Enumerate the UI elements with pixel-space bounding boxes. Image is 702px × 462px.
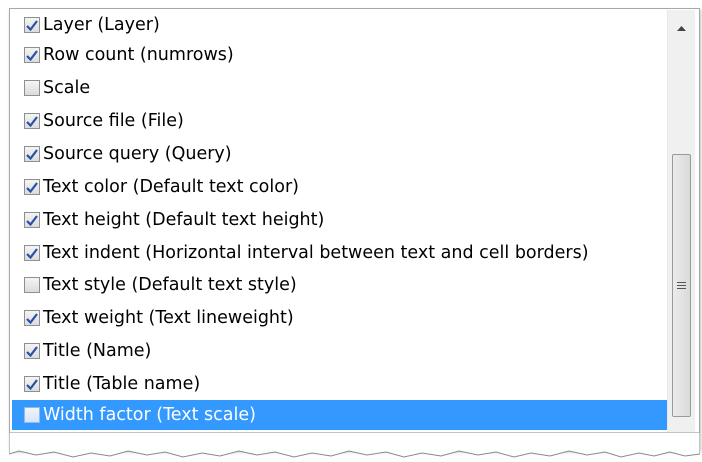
list-item-label: Row count (numrows): [43, 45, 234, 65]
list-item-label: Text style (Default text style): [43, 275, 297, 295]
checkmark-icon: [26, 49, 38, 61]
list-item[interactable]: Scale: [12, 73, 668, 103]
chevron-up-icon: [677, 26, 686, 31]
checkbox-checked[interactable]: [24, 146, 40, 162]
list-item[interactable]: Text style (Default text style): [12, 270, 668, 300]
vertical-scrollbar[interactable]: [667, 10, 695, 438]
grip-icon: [677, 282, 686, 289]
list-item[interactable]: Source query (Query): [12, 139, 668, 169]
torn-edge: [9, 432, 700, 458]
checkbox-unchecked[interactable]: [24, 407, 40, 423]
checkbox-checked[interactable]: [24, 179, 40, 195]
list-item-label: Text indent (Horizontal interval between…: [43, 243, 589, 263]
checkbox-unchecked[interactable]: [24, 277, 40, 293]
checkmark-icon: [26, 312, 38, 324]
list-item[interactable]: Title (Table name): [12, 369, 668, 399]
list-item-label: Width factor (Text scale): [43, 405, 256, 425]
checkmark-icon: [26, 214, 38, 226]
list-item-label: Text height (Default text height): [43, 210, 325, 230]
checkbox-checked[interactable]: [24, 212, 40, 228]
scrollbar-thumb[interactable]: [672, 154, 691, 417]
checkbox-unchecked[interactable]: [24, 80, 40, 96]
list-item[interactable]: Title (Name): [12, 336, 668, 366]
checkmark-icon: [26, 378, 38, 390]
list-item[interactable]: Text color (Default text color): [12, 172, 668, 202]
scroll-up-button[interactable]: [668, 18, 695, 38]
list-item[interactable]: Text indent (Horizontal interval between…: [12, 238, 668, 268]
list-item[interactable]: Source file (File): [12, 106, 668, 136]
property-checklist[interactable]: Layer (Layer) Row count (numrows) Scale Sou…: [12, 10, 668, 433]
list-item-label: Source query (Query): [43, 144, 232, 164]
checkbox-checked[interactable]: [24, 245, 40, 261]
checkbox-checked[interactable]: [24, 113, 40, 129]
list-item-label: Scale: [43, 78, 91, 98]
checkmark-icon: [26, 181, 38, 193]
checkbox-checked[interactable]: [24, 343, 40, 359]
list-item-label: Layer (Layer): [43, 15, 160, 35]
checkmark-icon: [26, 115, 38, 127]
list-item[interactable]: Text height (Default text height): [12, 205, 668, 235]
list-item[interactable]: Layer (Layer): [12, 10, 668, 40]
checkbox-checked[interactable]: [24, 310, 40, 326]
list-item-label: Text weight (Text lineweight): [43, 308, 294, 328]
checkbox-checked[interactable]: [24, 47, 40, 63]
checkmark-icon: [26, 19, 38, 31]
list-item-label: Title (Name): [43, 341, 152, 361]
list-item[interactable]: Row count (numrows): [12, 40, 668, 70]
checkbox-checked[interactable]: [24, 376, 40, 392]
list-item-label: Title (Table name): [43, 374, 201, 394]
list-item[interactable]: Width factor (Text scale): [12, 400, 668, 430]
list-item-label: Text color (Default text color): [43, 177, 299, 197]
checkbox-checked[interactable]: [24, 17, 40, 33]
list-item[interactable]: Text weight (Text lineweight): [12, 303, 668, 333]
checkmark-icon: [26, 345, 38, 357]
checkmark-icon: [26, 148, 38, 160]
list-item-label: Source file (File): [43, 111, 184, 131]
checkmark-icon: [26, 247, 38, 259]
